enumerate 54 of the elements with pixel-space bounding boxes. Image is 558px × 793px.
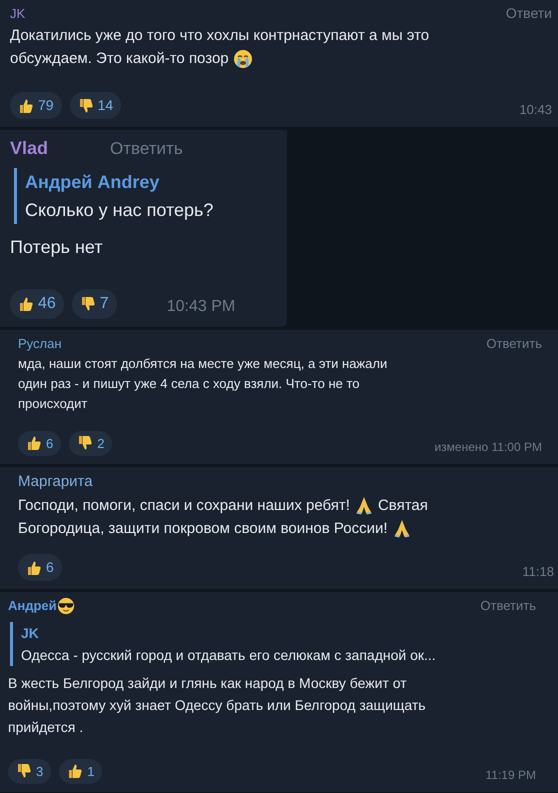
comment-text: войны,поэтому хуй знает Одессу брать или Белгород защищать: [8, 696, 426, 715]
like-reaction[interactable]: 46: [10, 289, 64, 319]
thumbs-up-icon: [26, 435, 42, 452]
dislike-reaction[interactable]: 14: [70, 92, 122, 119]
thumbs-up-icon: [67, 763, 84, 780]
quote-text: Сколько у нас потерь?: [25, 199, 214, 222]
thumbs-down-icon: [16, 763, 32, 780]
author-name[interactable]: Vlad: [10, 135, 48, 162]
comment-text: Господи, помоги, спаси и сохрани наших ребят!: [18, 496, 350, 516]
author-name[interactable]: JK: [10, 4, 26, 24]
reply-button[interactable]: Ответить: [480, 596, 536, 616]
comment-text: Святая: [378, 496, 428, 516]
quote-author: JK: [21, 624, 40, 642]
timestamp: 11:19 PM: [486, 767, 536, 784]
thumbs-down-icon: [77, 435, 94, 452]
comment-text: Докатились уже до того что хохлы контрнаступают а мы это: [10, 26, 430, 46]
like-reaction[interactable]: 6: [18, 554, 62, 581]
quoted-reply[interactable]: Андрей Andrey Сколько у нас потерь?: [14, 168, 281, 224]
comment-text: Потерь нет: [10, 236, 103, 259]
dislike-reaction[interactable]: 2: [69, 430, 112, 456]
sunglasses-face-icon: [56, 596, 75, 615]
quote-author: Андрей Andrey: [25, 171, 160, 194]
author-name[interactable]: Маргарита: [18, 471, 93, 494]
quoted-reply[interactable]: JK Одесса - русский город и отдавать его селюкам с западной ок...: [10, 622, 536, 666]
comment-text: один раз - и пишут уже 4 села с ходу взяли. Что-то не то: [18, 374, 360, 393]
like-reaction[interactable]: 79: [10, 92, 62, 119]
thumbs-down-icon: [80, 296, 96, 312]
timestamp: 11:18: [522, 562, 554, 580]
praying-hands-icon: [354, 495, 374, 515]
thumbs-up-icon: [18, 98, 34, 114]
comment-text: мда, наши стоят долбятся на месте уже месяц, а эти нажали: [18, 354, 388, 373]
author-name[interactable]: Руслан: [18, 334, 62, 354]
comment-text: Богородица, защити покровом своим воинов России!: [18, 518, 388, 538]
like-reaction[interactable]: 6: [18, 430, 62, 456]
dislike-reaction[interactable]: 7: [72, 289, 117, 319]
reply-button[interactable]: Ответить: [486, 334, 542, 354]
thumbs-up-icon: [26, 560, 42, 576]
timestamp: 10:43 PM: [166, 297, 236, 317]
praying-hands-icon: [392, 518, 412, 538]
comment-text: происходит: [18, 394, 88, 413]
author-name[interactable]: Андрей: [8, 596, 57, 616]
reply-button[interactable]: Ответить: [110, 136, 183, 162]
reply-button[interactable]: Ответи: [506, 3, 552, 24]
thumbs-down-icon: [78, 98, 94, 114]
comment-text: обсуждаем. Это какой-то позор: [10, 49, 229, 69]
dislike-reaction[interactable]: 3: [8, 758, 52, 784]
crying-face-icon: [232, 48, 253, 68]
timestamp: 10:43: [519, 100, 552, 118]
quote-text: Одесса - русский город и отдавать его селюкам с западной ок...: [21, 646, 437, 665]
comment-text: прийдется .: [8, 718, 84, 737]
thumbs-up-icon: [18, 296, 34, 312]
timestamp: изменено 11:00 PM: [434, 439, 542, 456]
comment-text: В жесть Белгород зайди и глянь как народ в Москву бежит от: [8, 674, 407, 693]
like-reaction[interactable]: 1: [59, 758, 102, 784]
